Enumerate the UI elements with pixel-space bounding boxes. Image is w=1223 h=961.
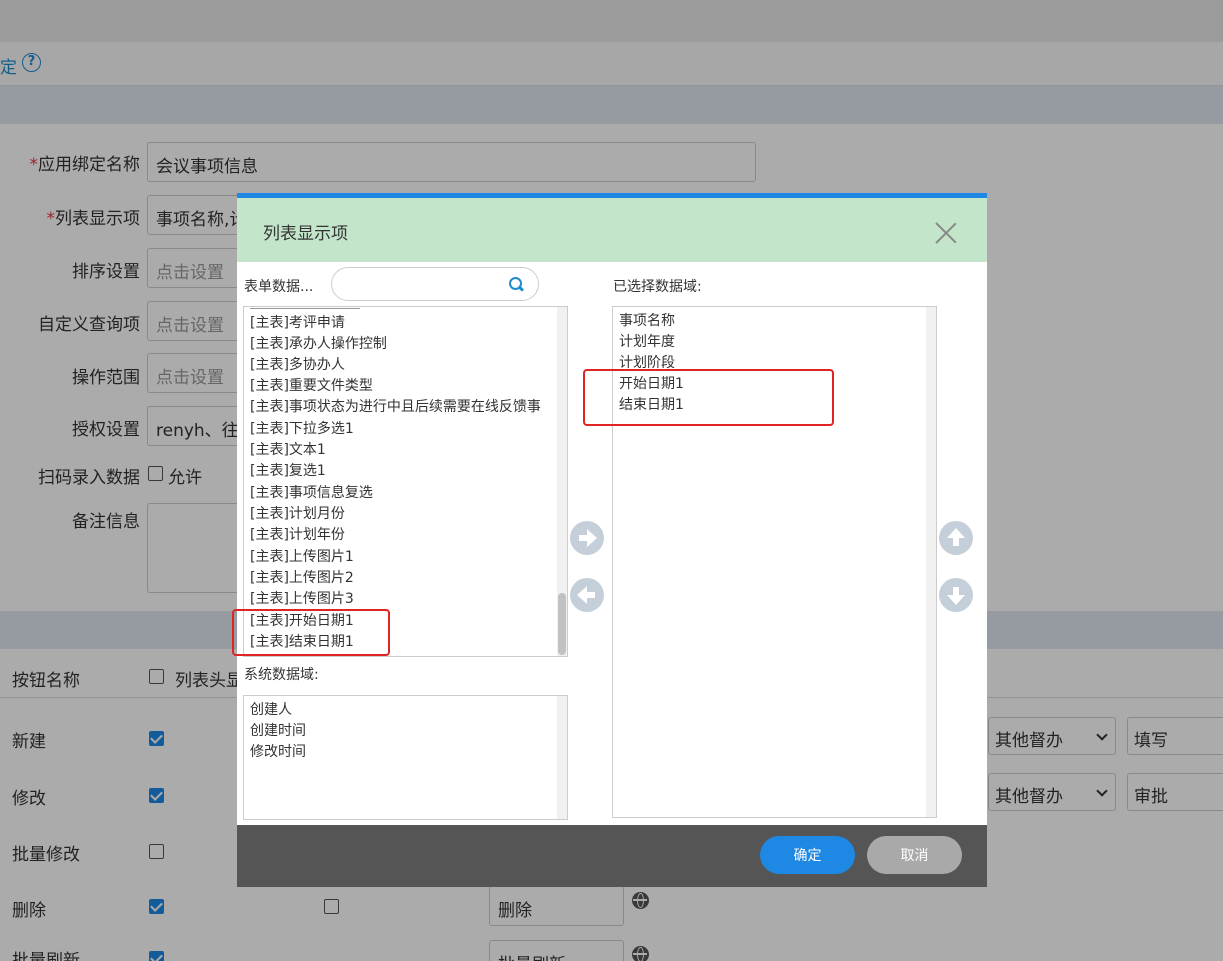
- arrow-left-circle-icon[interactable]: [570, 578, 604, 612]
- dialog-footer: 确定 取消: [237, 825, 987, 887]
- list-item-partial: [250, 307, 360, 309]
- list-item[interactable]: [主表]事项状态为进行中且后续需要在线反馈事: [250, 397, 541, 418]
- list-item[interactable]: [主表]上传图片3: [250, 589, 354, 610]
- form-fields-list[interactable]: [主表]考评申请 [主表]承办人操作控制 [主表]多协办人 [主表]重要文件类型…: [243, 306, 568, 657]
- list-item[interactable]: [主表]承办人操作控制: [250, 334, 387, 355]
- system-fields-list[interactable]: 创建人 创建时间 修改时间: [243, 695, 568, 820]
- list-item[interactable]: [主表]复选1: [250, 461, 326, 482]
- list-item[interactable]: [主表]多协办人: [250, 355, 345, 376]
- list-item[interactable]: 创建时间: [250, 721, 306, 742]
- scrollbar-track[interactable]: [557, 307, 567, 656]
- ok-button[interactable]: 确定: [760, 836, 855, 874]
- list-item[interactable]: [主表]计划年份: [250, 525, 345, 546]
- selected-fields-list[interactable]: 事项名称 计划年度 计划阶段 开始日期1 结束日期1: [612, 306, 937, 818]
- scrollbar-track[interactable]: [557, 696, 567, 819]
- list-item[interactable]: [主表]计划月份: [250, 504, 345, 525]
- list-item[interactable]: 开始日期1: [619, 374, 684, 395]
- list-item[interactable]: 结束日期1: [619, 395, 684, 416]
- close-icon[interactable]: [934, 221, 958, 245]
- dialog-title: 列表显示项: [263, 224, 348, 244]
- list-item[interactable]: 计划阶段: [619, 353, 675, 374]
- arrow-right-circle-icon[interactable]: [570, 521, 604, 555]
- list-item[interactable]: [主表]上传图片2: [250, 568, 354, 589]
- scrollbar-track[interactable]: [926, 307, 936, 817]
- cancel-button[interactable]: 取消: [867, 836, 962, 874]
- arrow-up-circle-icon[interactable]: [939, 521, 973, 555]
- field-search-input[interactable]: [331, 267, 539, 301]
- system-fields-label: 系统数据域:: [244, 667, 319, 683]
- form-fields-label: 表单数据...: [244, 279, 314, 295]
- list-item[interactable]: [主表]重要文件类型: [250, 376, 373, 397]
- arrow-down-circle-icon[interactable]: [939, 578, 973, 612]
- scrollbar-thumb[interactable]: [558, 593, 566, 655]
- list-item[interactable]: 创建人: [250, 700, 292, 721]
- list-item[interactable]: [主表]下拉多选1: [250, 419, 354, 440]
- list-item[interactable]: [主表]文本1: [250, 440, 326, 461]
- list-item[interactable]: [主表]事项信息复选: [250, 483, 373, 504]
- list-item[interactable]: [主表]结束日期1: [250, 632, 354, 653]
- list-item[interactable]: [主表]上传图片1: [250, 547, 354, 568]
- list-item[interactable]: 计划年度: [619, 332, 675, 353]
- list-display-dialog: 列表显示项 表单数据... [主表]考评申请 [主表]承办人操作控制 [主表]多…: [232, 193, 987, 887]
- dialog-header: 列表显示项: [237, 198, 987, 262]
- list-item[interactable]: [主表]考评申请: [250, 313, 345, 334]
- list-item[interactable]: 事项名称: [619, 311, 675, 332]
- list-item[interactable]: 修改时间: [250, 742, 306, 763]
- search-icon[interactable]: [509, 277, 523, 291]
- selected-fields-label: 已选择数据域:: [613, 279, 702, 295]
- list-item[interactable]: [主表]开始日期1: [250, 611, 354, 632]
